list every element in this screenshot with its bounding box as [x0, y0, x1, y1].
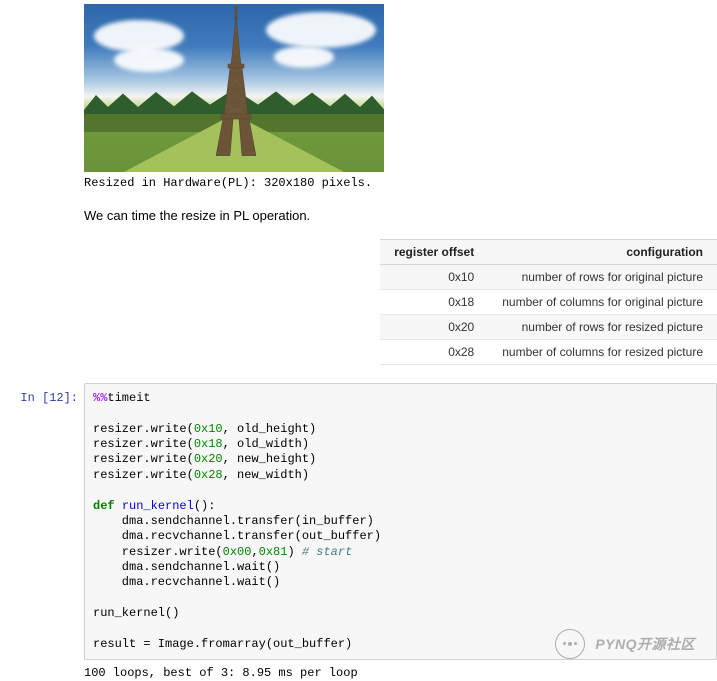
code-token: , old_width) [223, 437, 309, 451]
code-token: dma.sendchannel.wait() [93, 560, 280, 574]
wechat-icon [555, 629, 585, 659]
register-table: register offset configuration 0x10 numbe… [380, 239, 717, 365]
code-token: resizer.write( [93, 468, 194, 482]
col-register-offset: register offset [380, 240, 488, 265]
cell-config: number of columns for original picture [488, 290, 717, 315]
table-row: 0x20 number of rows for resized picture [380, 315, 717, 340]
code-token: resizer.write( [93, 545, 223, 559]
code-token: ) [287, 545, 301, 559]
cell-config: number of rows for resized picture [488, 315, 717, 340]
cell-offset: 0x20 [380, 315, 488, 340]
code-token: run_kernel() [93, 606, 179, 620]
cell-config: number of rows for original picture [488, 265, 717, 290]
dot [574, 642, 577, 645]
cloud [94, 20, 184, 52]
code-token: resizer.write( [93, 437, 194, 451]
code-token: 0x28 [194, 468, 223, 482]
code-token: # start [302, 545, 352, 559]
dot [568, 642, 572, 646]
code-token: 0x20 [194, 452, 223, 466]
table-row: 0x18 number of columns for original pict… [380, 290, 717, 315]
code-token: def [93, 499, 115, 513]
body-text: We can time the resize in PL operation. [84, 208, 717, 223]
code-token: , new_height) [223, 452, 317, 466]
watermark: PYNQ开源社区 [555, 629, 695, 659]
code-token: , old_height) [223, 422, 317, 436]
code-token: dma.recvchannel.transfer(out_buffer) [93, 529, 381, 543]
code-token: 0x81 [259, 545, 288, 559]
table-row: 0x28 number of columns for resized pictu… [380, 340, 717, 365]
code-token: run_kernel [122, 499, 194, 513]
exec-output: 100 loops, best of 3: 8.95 ms per loop [84, 660, 717, 680]
code-cell: In [12]: %%timeit resizer.write(0x10, ol… [0, 383, 717, 660]
code-token: %% [93, 391, 107, 405]
code-token: result = Image.fromarray(out_buffer) [93, 637, 352, 651]
code-token: , new_width) [223, 468, 309, 482]
input-prompt: In [12]: [0, 383, 84, 660]
table-row: 0x10 number of rows for original picture [380, 265, 717, 290]
code-token: (): [194, 499, 216, 513]
code-token: resizer.write( [93, 422, 194, 436]
code-token [115, 499, 122, 513]
col-configuration: configuration [488, 240, 717, 265]
code-token: 0x10 [194, 422, 223, 436]
watermark-text: PYNQ开源社区 [595, 634, 695, 654]
eiffel-tower-icon [216, 6, 256, 156]
cloud [114, 48, 184, 72]
code-token: dma.recvchannel.wait() [93, 575, 280, 589]
cloud [266, 12, 376, 48]
code-token: dma.sendchannel.transfer(in_buffer) [93, 514, 374, 528]
resized-image [84, 4, 384, 172]
code-token: 0x18 [194, 437, 223, 451]
cloud [274, 46, 334, 68]
dot [563, 642, 566, 645]
cell-offset: 0x28 [380, 340, 488, 365]
code-token: 0x00 [223, 545, 252, 559]
image-caption: Resized in Hardware(PL): 320x180 pixels. [84, 176, 717, 190]
code-input[interactable]: %%timeit resizer.write(0x10, old_height)… [84, 383, 717, 660]
code-token: timeit [107, 391, 150, 405]
cell-offset: 0x10 [380, 265, 488, 290]
table-header-row: register offset configuration [380, 240, 717, 265]
code-token: , [251, 545, 258, 559]
cell-config: number of columns for resized picture [488, 340, 717, 365]
code-token: resizer.write( [93, 452, 194, 466]
cell-output: Resized in Hardware(PL): 320x180 pixels.… [84, 0, 717, 383]
cell-offset: 0x18 [380, 290, 488, 315]
